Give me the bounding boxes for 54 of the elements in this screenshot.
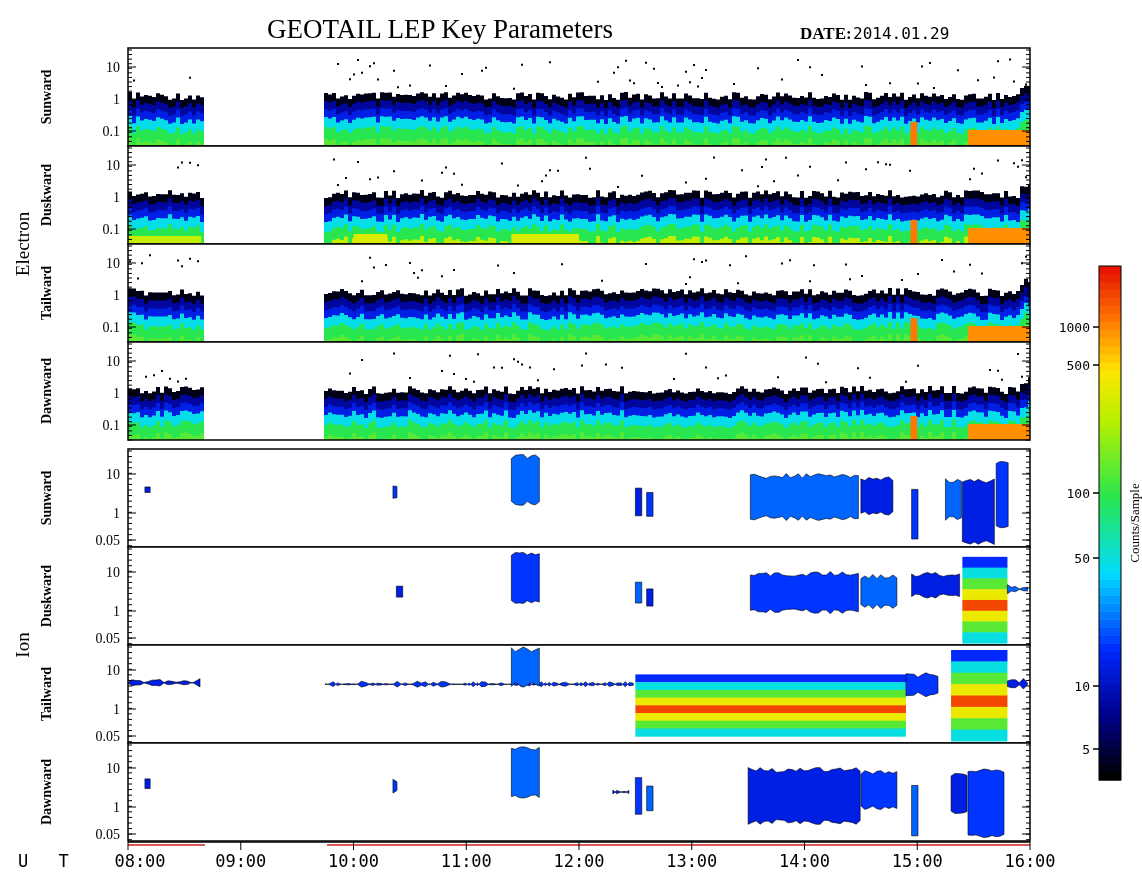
direction-label: Sunward [39,470,54,526]
colorbar-tick-label: 1000 [1058,320,1090,335]
y-tick-label: 1 [113,190,120,205]
date-value: 2014.01.29 [853,24,950,43]
y-tick-label: 1 [113,702,120,717]
direction-label: Duskward [39,564,54,628]
y-tick-label: 0.1 [102,222,120,237]
colorbar-tick-label: 10 [1074,679,1090,694]
colorbar-tick-label: 100 [1066,486,1090,501]
y-tick-label: 0.1 [102,320,120,335]
time-tick-label: 11:00 [440,851,492,871]
y-tick-label: 1 [113,288,120,303]
y-tick-label: 10 [106,761,120,776]
direction-label: Dawnward [39,758,54,826]
colorbar-label: Counts/Sample [1127,483,1142,563]
y-tick-label: 10 [106,663,120,678]
y-tick-label: 1 [113,800,120,815]
date-label: DATE: [800,24,852,43]
time-tick-label: 16:00 [1004,851,1056,871]
y-tick-label: 10 [106,467,120,482]
y-tick-label: 0.05 [95,827,120,842]
colorbar-tick-label: 5 [1082,742,1090,757]
y-tick-label: 0.1 [102,124,120,139]
species-label: Electron [12,211,33,277]
y-tick-label: 1 [113,92,120,107]
y-tick-label: 10 [106,256,120,271]
direction-label: Dawnward [39,357,54,425]
direction-label: Tailward [39,667,54,721]
time-tick-label: 10:00 [327,851,380,871]
y-tick-label: 0.05 [95,631,120,646]
time-tick-label: 12:00 [553,851,605,871]
y-tick-label: 10 [106,354,120,369]
y-tick-label: 1 [113,604,120,619]
y-tick-label: 0.1 [102,418,120,433]
y-tick-label: 1 [113,386,120,401]
time-tick-label: 13:00 [666,851,718,871]
direction-label: Duskward [39,163,54,227]
y-tick-label: 10 [106,60,120,75]
chart-title: GEOTAIL LEP Key Parameters [267,14,613,44]
direction-label: Sunward [39,69,54,125]
colorbar-tick-label: 500 [1066,358,1090,373]
y-tick-label: 10 [106,158,120,173]
time-tick-label: 09:00 [215,851,267,871]
time-tick-label: 08:00 [114,851,166,871]
y-tick-label: 0.05 [95,533,120,548]
time-axis-label: U T [18,851,79,871]
colorbar-tick-label: 50 [1074,551,1090,566]
y-tick-label: 0.05 [95,729,120,744]
direction-label: Tailward [39,266,54,320]
y-tick-label: 1 [113,506,120,521]
y-tick-label: 10 [106,565,120,580]
time-tick-label: 14:00 [778,851,831,871]
species-label: Ion [12,632,33,658]
time-tick-label: 15:00 [891,851,943,871]
